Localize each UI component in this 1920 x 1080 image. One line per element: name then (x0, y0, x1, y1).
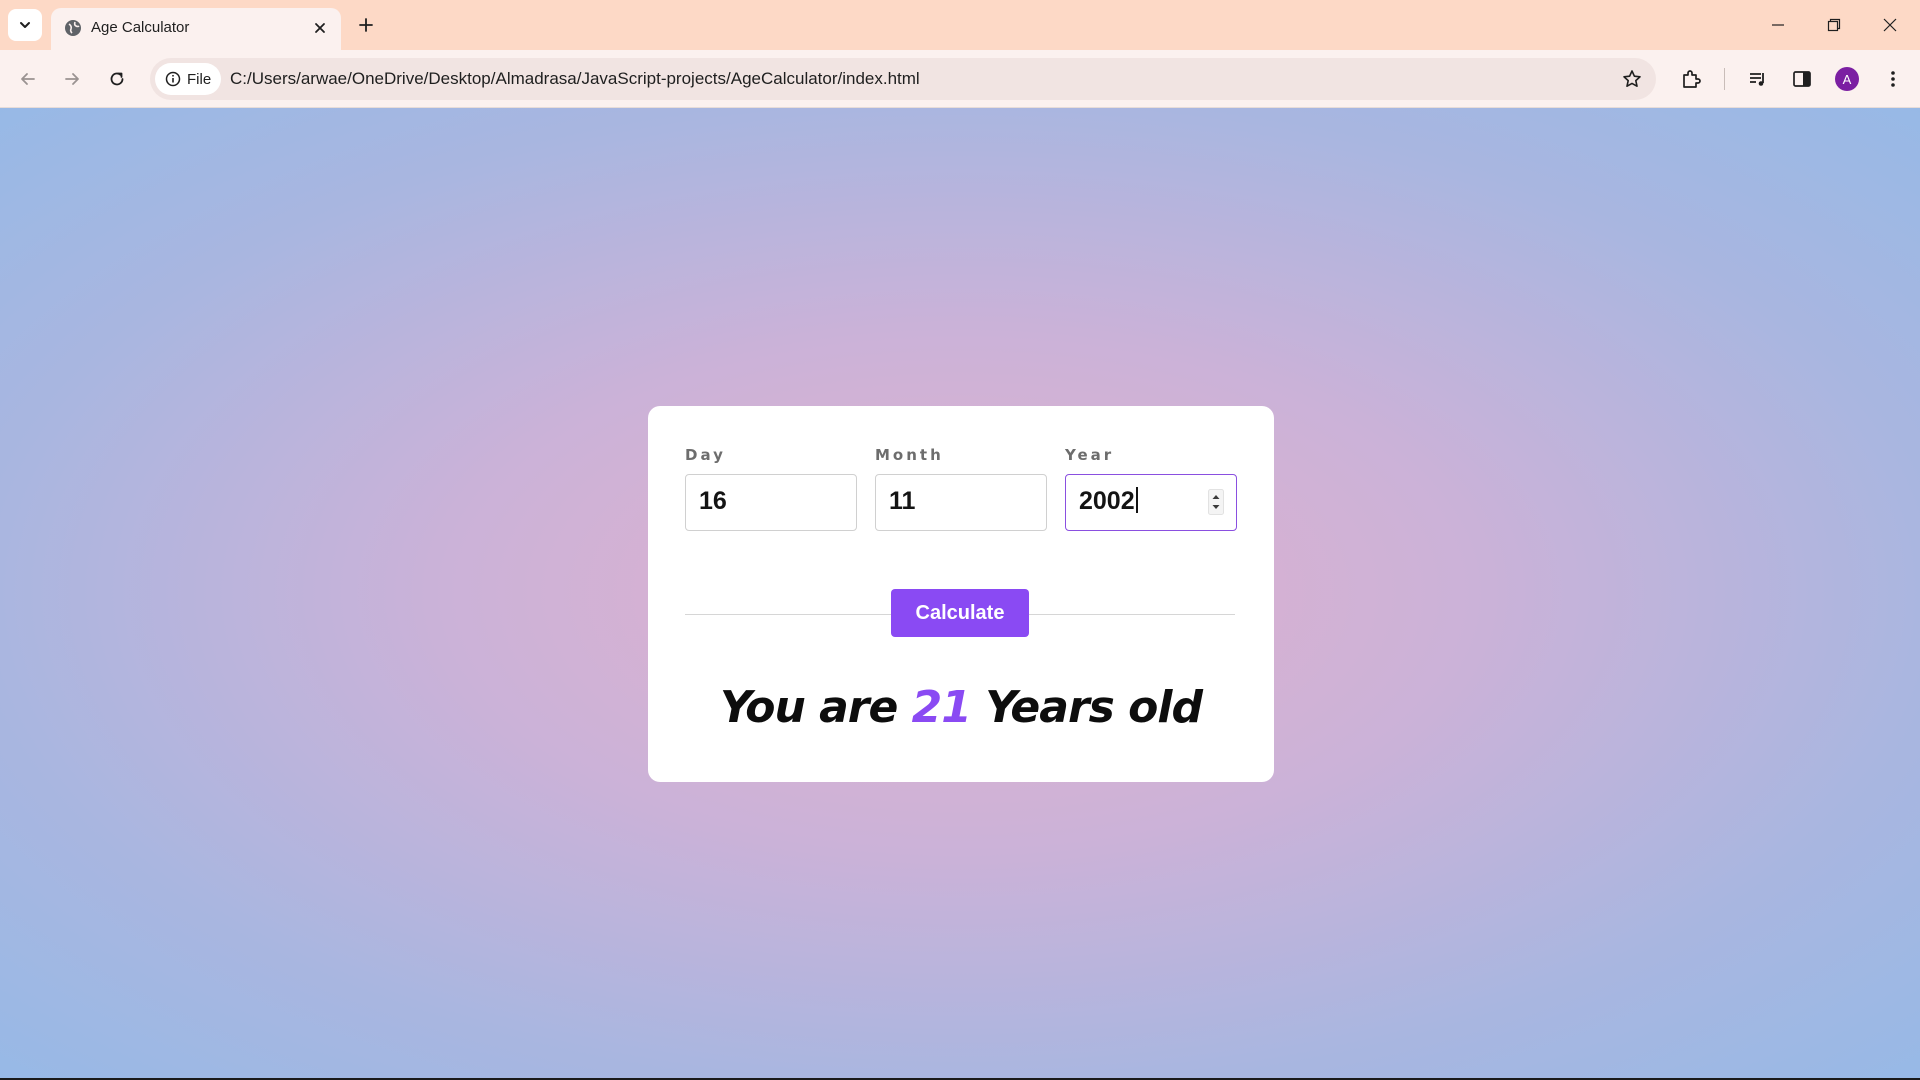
tab-strip: Age Calculator (0, 0, 1920, 50)
reload-button[interactable] (102, 64, 132, 94)
close-window-icon (1883, 18, 1897, 32)
month-value: 11 (889, 487, 916, 515)
arrow-right-icon (65, 73, 79, 85)
restore-icon (1827, 18, 1841, 32)
month-label: Month (875, 446, 944, 464)
address-bar[interactable]: File C:/Users/arwae/OneDrive/Desktop/Alm… (150, 58, 1656, 100)
globe-icon (65, 20, 81, 36)
age-result: You are 21 Years old (648, 682, 1274, 733)
close-icon (315, 23, 325, 33)
back-button[interactable] (13, 64, 43, 94)
reload-icon (110, 72, 124, 86)
chevron-down-icon (20, 22, 30, 28)
calculate-button[interactable]: Calculate (891, 589, 1029, 637)
site-chip-label: File (187, 70, 212, 88)
result-age: 21 (911, 682, 972, 733)
tab-title: Age Calculator (91, 19, 190, 36)
result-suffix: Years old (985, 682, 1203, 733)
avatar: A (1835, 67, 1859, 91)
plus-icon (359, 18, 373, 32)
month-input[interactable]: 11 (875, 474, 1047, 531)
star-icon (1623, 70, 1641, 87)
site-info-button[interactable]: File (155, 63, 221, 95)
info-icon (165, 71, 181, 87)
side-panel-button[interactable] (1787, 64, 1817, 94)
year-value: 2002 (1079, 487, 1135, 515)
extensions-button[interactable] (1676, 64, 1706, 94)
bookmark-button[interactable] (1620, 67, 1644, 91)
menu-button[interactable] (1878, 64, 1908, 94)
day-input[interactable]: 16 (685, 474, 857, 531)
year-input[interactable]: 2002 (1065, 474, 1237, 531)
minimize-button[interactable] (1750, 0, 1806, 50)
tab-close-button[interactable] (309, 17, 331, 39)
number-spinner-icon[interactable] (1208, 489, 1224, 515)
profile-button[interactable]: A (1832, 64, 1862, 94)
year-field: Year 2002 (1065, 446, 1237, 531)
month-field: Month 11 (875, 446, 1047, 531)
tab-search-button[interactable] (8, 9, 42, 41)
toolbar-divider (1724, 68, 1725, 90)
puzzle-icon (1683, 70, 1701, 88)
minimize-icon (1772, 24, 1784, 26)
age-calculator-card: Day 16 Month 11 Year 2002 Calculate You … (648, 406, 1274, 782)
day-label: Day (685, 446, 726, 464)
close-window-button[interactable] (1862, 0, 1918, 50)
playlist-icon (1750, 73, 1764, 86)
arrow-left-icon (21, 73, 35, 85)
year-label: Year (1065, 446, 1115, 464)
result-prefix: You are (720, 682, 898, 733)
day-value: 16 (699, 487, 727, 515)
new-tab-button[interactable] (352, 11, 380, 39)
active-tab[interactable]: Age Calculator (51, 8, 341, 50)
side-panel-icon (1793, 71, 1811, 87)
kebab-menu-icon (1891, 71, 1895, 87)
page-viewport: Day 16 Month 11 Year 2002 Calculate You … (0, 108, 1920, 1078)
restore-button[interactable] (1806, 0, 1862, 50)
day-field: Day 16 (685, 446, 857, 531)
forward-button[interactable] (57, 64, 87, 94)
url-text[interactable]: C:/Users/arwae/OneDrive/Desktop/Almadras… (230, 69, 920, 89)
text-caret (1135, 487, 1138, 513)
media-controls-button[interactable] (1743, 64, 1773, 94)
browser-toolbar: File C:/Users/arwae/OneDrive/Desktop/Alm… (0, 50, 1920, 108)
